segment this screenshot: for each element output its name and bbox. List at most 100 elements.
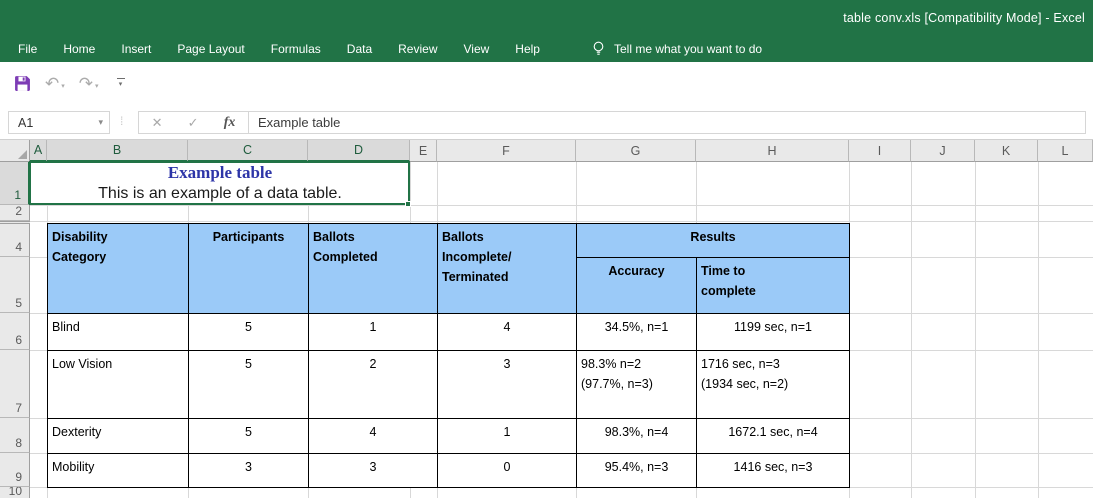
tab-page-layout[interactable]: Page Layout bbox=[177, 42, 244, 56]
row-header-10[interactable]: 10 bbox=[0, 487, 30, 498]
undo-dropdown-icon[interactable]: ▾ bbox=[61, 82, 65, 92]
cell-dexterity-time[interactable]: 1672.1 sec, n=4 bbox=[697, 419, 850, 454]
customize-qat-caret-icon: ▾ bbox=[118, 80, 123, 88]
row-header-2[interactable]: 2 bbox=[0, 205, 30, 221]
cell-mobility-time[interactable]: 1416 sec, n=3 bbox=[697, 454, 850, 488]
column-header-g[interactable]: G bbox=[576, 140, 696, 162]
row-header-6[interactable]: 6 bbox=[0, 313, 30, 350]
row-header-7[interactable]: 7 bbox=[0, 350, 30, 418]
cell-mobility-completed[interactable]: 3 bbox=[309, 454, 438, 488]
column-header-h[interactable]: H bbox=[696, 140, 849, 162]
cell-blind-time[interactable]: 1199 sec, n=1 bbox=[697, 314, 850, 351]
column-header-j[interactable]: J bbox=[911, 140, 975, 162]
header-results[interactable]: Results bbox=[577, 224, 850, 258]
cell-lowvision-accuracy[interactable]: 98.3% n=2 (97.7%, n=3) bbox=[577, 351, 697, 419]
gridline bbox=[30, 221, 1093, 222]
excel-window: table conv.xls [Compatibility Mode] - Ex… bbox=[0, 0, 1093, 498]
redo-dropdown-icon[interactable]: ▾ bbox=[95, 82, 99, 92]
cell-blind-accuracy[interactable]: 34.5%, n=1 bbox=[577, 314, 697, 351]
select-all-triangle-icon bbox=[18, 150, 27, 159]
formula-text: Example table bbox=[258, 115, 341, 130]
tab-insert[interactable]: Insert bbox=[121, 42, 151, 56]
customize-qat-bar-icon bbox=[116, 77, 125, 79]
formula-input[interactable]: Example table bbox=[248, 111, 1086, 134]
quick-access-toolbar: ↶ ▾ ↷ ▾ ▾ bbox=[0, 62, 1093, 105]
sheet-subtitle-text: This is an example of a data table. bbox=[98, 185, 342, 202]
lightbulb-icon bbox=[593, 41, 604, 55]
column-header-i[interactable]: I bbox=[849, 140, 911, 162]
merged-title-cell[interactable]: Example table This is an example of a da… bbox=[30, 162, 410, 204]
cell-lowvision-completed[interactable]: 2 bbox=[309, 351, 438, 419]
cell-dexterity-participants[interactable]: 5 bbox=[189, 419, 309, 454]
name-box[interactable]: A1 ▾ bbox=[8, 111, 110, 134]
gridline bbox=[975, 162, 976, 498]
tab-file[interactable]: File bbox=[18, 42, 37, 56]
fill-handle[interactable] bbox=[405, 201, 411, 207]
cell-lowvision-time[interactable]: 1716 sec, n=3 (1934 sec, n=2) bbox=[697, 351, 850, 419]
row-header-4[interactable]: 4 bbox=[0, 224, 30, 257]
gridline bbox=[1038, 162, 1039, 498]
column-header-e[interactable]: E bbox=[410, 140, 437, 162]
tab-home[interactable]: Home bbox=[63, 42, 95, 56]
header-disability-category[interactable]: Disability Category bbox=[48, 224, 189, 314]
cell-dexterity-category[interactable]: Dexterity bbox=[48, 419, 189, 454]
data-table: Disability Category Participants Ballots… bbox=[47, 223, 850, 488]
tab-formulas[interactable]: Formulas bbox=[271, 42, 321, 56]
save-button[interactable] bbox=[10, 73, 35, 94]
insert-function-icon[interactable]: fx bbox=[224, 115, 236, 131]
tell-me-box[interactable]: Tell me what you want to do bbox=[592, 41, 762, 56]
save-icon bbox=[15, 76, 30, 91]
cell-blind-participants[interactable]: 5 bbox=[189, 314, 309, 351]
enter-icon[interactable]: ✓ bbox=[188, 115, 199, 131]
header-participants[interactable]: Participants bbox=[189, 224, 309, 314]
tab-help[interactable]: Help bbox=[515, 42, 540, 56]
column-header-b[interactable]: B bbox=[47, 140, 188, 162]
cell-mobility-accuracy[interactable]: 95.4%, n=3 bbox=[577, 454, 697, 488]
tab-review[interactable]: Review bbox=[398, 42, 437, 56]
window-title: table conv.xls [Compatibility Mode] - Ex… bbox=[843, 10, 1085, 25]
row-header-8[interactable]: 8 bbox=[0, 418, 30, 453]
column-header-a[interactable]: A bbox=[30, 140, 47, 162]
column-header-c[interactable]: C bbox=[188, 140, 308, 162]
header-ballots-completed[interactable]: Ballots Completed bbox=[309, 224, 438, 314]
cell-blind-completed[interactable]: 1 bbox=[309, 314, 438, 351]
name-box-value: A1 bbox=[18, 115, 34, 130]
cell-mobility-category[interactable]: Mobility bbox=[48, 454, 189, 488]
cell-blind-category[interactable]: Blind bbox=[48, 314, 189, 351]
row-header-1[interactable]: 1 bbox=[0, 162, 30, 205]
gridline bbox=[30, 205, 1093, 206]
formula-bar: A1 ▾ ⁞ ✕ ✓ fx Example table bbox=[0, 105, 1093, 140]
header-ballots-incomplete[interactable]: Ballots Incomplete/ Terminated bbox=[438, 224, 577, 314]
redo-button[interactable]: ↷ ▾ bbox=[75, 74, 103, 94]
row-header-9[interactable]: 9 bbox=[0, 453, 30, 487]
redo-icon: ↷ bbox=[78, 73, 94, 93]
header-accuracy[interactable]: Accuracy bbox=[577, 258, 697, 314]
column-header-k[interactable]: K bbox=[975, 140, 1038, 162]
undo-button[interactable]: ↶ ▾ bbox=[41, 74, 69, 94]
gridline bbox=[911, 162, 912, 498]
name-box-dropdown-icon[interactable]: ▾ bbox=[98, 117, 103, 128]
sheet-title-text: Example table bbox=[167, 163, 273, 182]
cell-dexterity-incomplete[interactable]: 1 bbox=[438, 419, 577, 454]
formula-bar-resizer[interactable]: ⁞ bbox=[120, 114, 123, 128]
cell-mobility-participants[interactable]: 3 bbox=[189, 454, 309, 488]
column-header-d[interactable]: D bbox=[308, 140, 410, 162]
cell-lowvision-participants[interactable]: 5 bbox=[189, 351, 309, 419]
cell-blind-incomplete[interactable]: 4 bbox=[438, 314, 577, 351]
cell-lowvision-incomplete[interactable]: 3 bbox=[438, 351, 577, 419]
titlebar: table conv.xls [Compatibility Mode] - Ex… bbox=[0, 0, 1093, 35]
cell-lowvision-category[interactable]: Low Vision bbox=[48, 351, 189, 419]
cell-dexterity-accuracy[interactable]: 98.3%, n=4 bbox=[577, 419, 697, 454]
header-time-to-complete[interactable]: Time to complete bbox=[697, 258, 850, 314]
cancel-icon[interactable]: ✕ bbox=[152, 115, 163, 131]
column-header-f[interactable]: F bbox=[437, 140, 576, 162]
tab-view[interactable]: View bbox=[464, 42, 490, 56]
select-all-button[interactable] bbox=[0, 140, 30, 162]
customize-qat-button[interactable]: ▾ bbox=[116, 77, 125, 90]
tab-data[interactable]: Data bbox=[347, 42, 372, 56]
column-header-l[interactable]: L bbox=[1038, 140, 1093, 162]
cell-dexterity-completed[interactable]: 4 bbox=[309, 419, 438, 454]
row-header-5[interactable]: 5 bbox=[0, 257, 30, 313]
ribbon-tab-bar: File Home Insert Page Layout Formulas Da… bbox=[0, 35, 1093, 62]
cell-mobility-incomplete[interactable]: 0 bbox=[438, 454, 577, 488]
